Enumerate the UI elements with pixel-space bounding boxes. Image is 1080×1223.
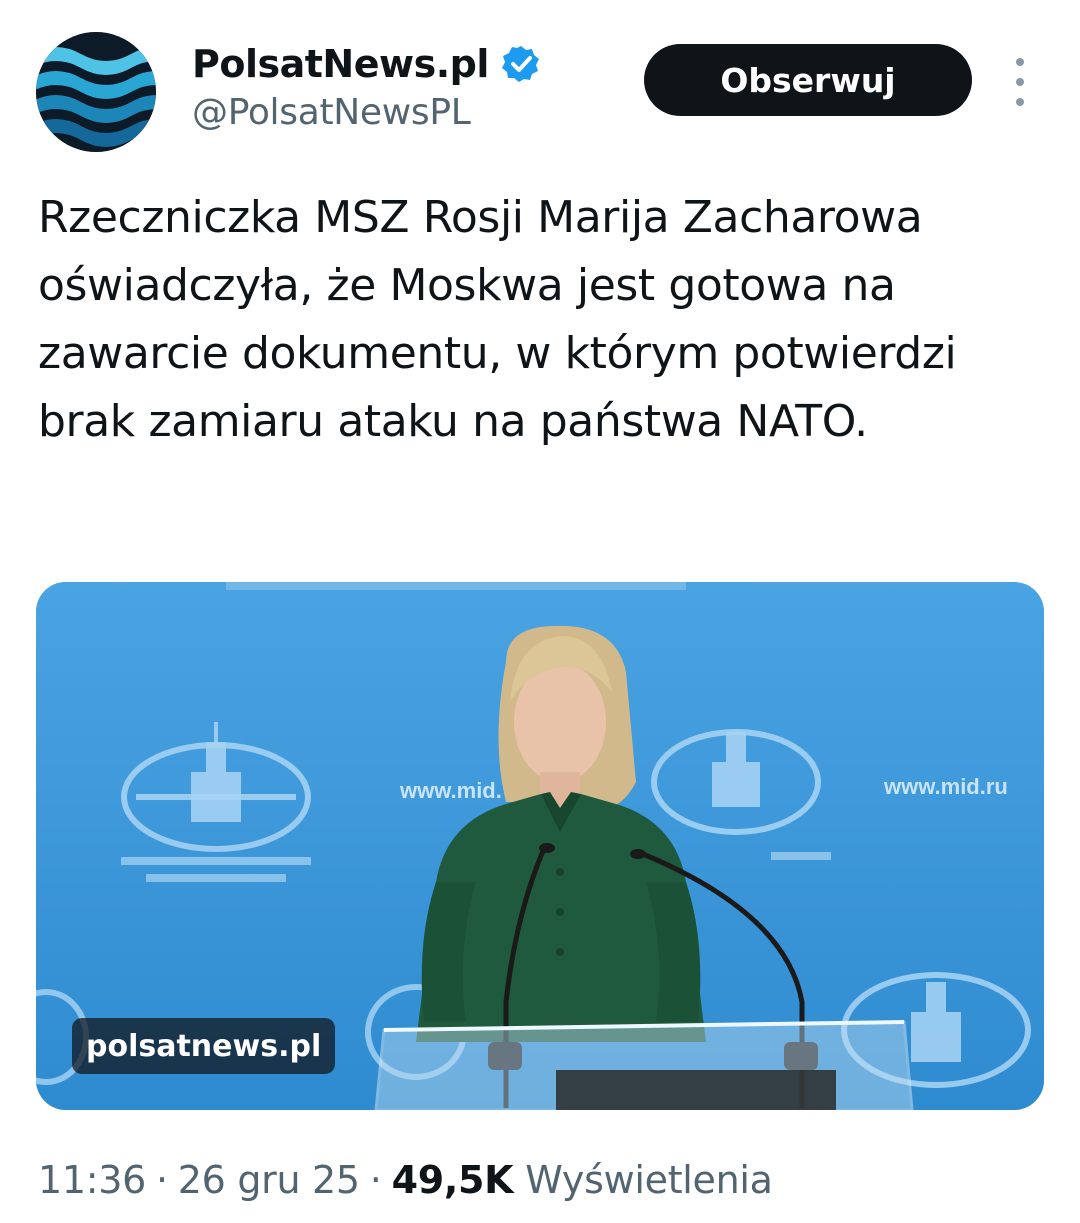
meta-separator: · (156, 1158, 168, 1202)
polsatnews-logo-icon (36, 32, 156, 152)
more-vertical-icon[interactable] (1004, 58, 1036, 106)
tweet-date[interactable]: 26 gru 25 (178, 1158, 360, 1202)
follow-button[interactable]: Obserwuj (644, 44, 972, 116)
author-name-row[interactable]: PolsatNews.pl (192, 38, 541, 90)
tweet-text: Rzeczniczka MSZ Rosji Marija Zacharowa o… (38, 192, 957, 447)
views-label[interactable]: Wyświetlenia (525, 1158, 773, 1202)
author-handle[interactable]: @PolsatNewsPL (192, 92, 471, 133)
tweet-time[interactable]: 11:36 (38, 1158, 146, 1202)
media-source-badge: polsatnews.pl (72, 1018, 336, 1074)
backdrop-url-right: www.mid.ru (883, 774, 1008, 799)
backdrop-url-left: www.mid. (399, 778, 502, 803)
tweet-media-photo[interactable]: www.mid. www.mid.ru polsatnews.pl (36, 582, 1044, 1110)
author-display-name[interactable]: PolsatNews.pl (192, 42, 489, 86)
verified-badge-icon (501, 46, 539, 82)
meta-separator: · (369, 1158, 382, 1202)
tweet: PolsatNews.pl @PolsatNewsPL Obserwuj Rze… (0, 0, 1080, 1223)
tweet-meta-row: 11:36 · 26 gru 25 · 49,5K Wyświetlenia (38, 1154, 773, 1206)
views-count[interactable]: 49,5K (392, 1158, 514, 1202)
avatar[interactable] (36, 32, 156, 152)
